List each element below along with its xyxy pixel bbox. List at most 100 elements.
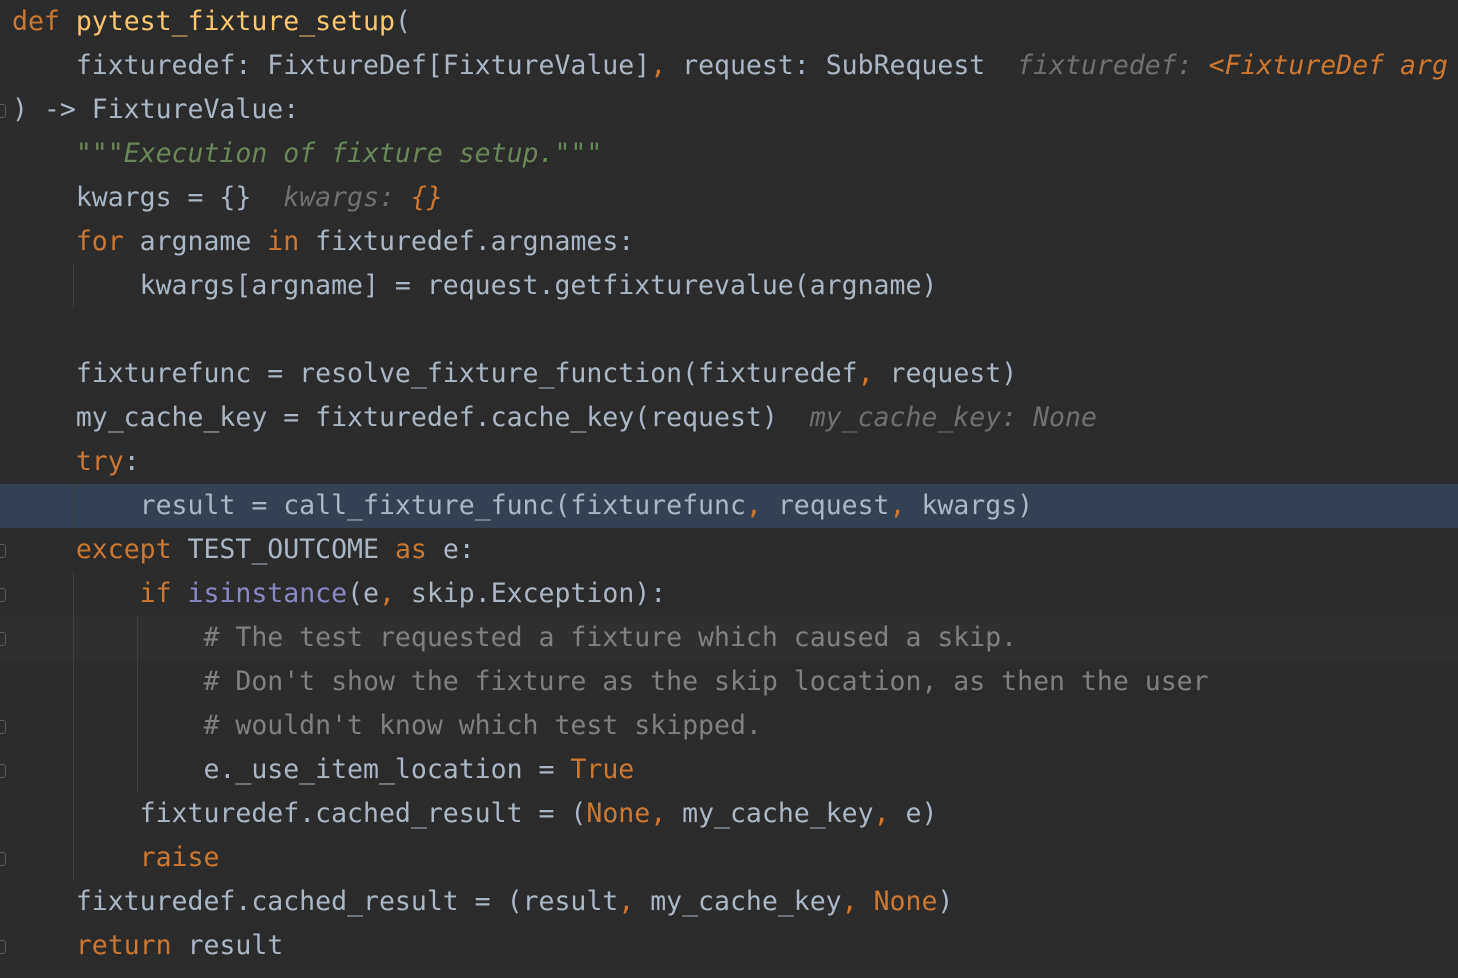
code-editor[interactable]: def pytest_fixture_setup( fixturedef: Fi… xyxy=(0,0,1458,978)
code-line[interactable]: # wouldn't know which test skipped. xyxy=(0,704,1458,748)
code-token: request) xyxy=(873,358,1018,389)
code-token: request xyxy=(761,490,890,521)
code-line[interactable]: fixturefunc = resolve_fixture_function(f… xyxy=(0,352,1458,396)
code-token: isinstance xyxy=(187,578,348,609)
code-token: (e xyxy=(347,578,379,609)
code-line-text: kwargs = {} kwargs: {} xyxy=(12,176,443,220)
code-token: in xyxy=(267,226,300,257)
code-token: fixturedef: FixtureDef[FixtureValue] xyxy=(12,50,651,81)
code-token: # wouldn't know which test skipped. xyxy=(203,710,762,741)
code-line-text: fixturedef.cached_result = (None, my_cac… xyxy=(12,792,938,836)
fold-marker-icon[interactable] xyxy=(0,852,6,866)
code-line-text: fixturedef.cached_result = (result, my_c… xyxy=(12,880,954,924)
code-token: result xyxy=(171,930,284,961)
code-token: result = call_fixture_func(fixturefunc xyxy=(12,490,746,521)
inlay-hint: {} xyxy=(410,182,443,213)
code-token: my_cache_key xyxy=(634,886,842,917)
inlay-hint: kwargs: xyxy=(283,182,411,213)
code-line-text: kwargs[argname] = request.getfixturevalu… xyxy=(12,264,938,308)
fold-marker-icon[interactable] xyxy=(0,544,6,558)
code-line[interactable]: fixturedef.cached_result = (None, my_cac… xyxy=(0,792,1458,836)
code-line[interactable]: kwargs[argname] = request.getfixturevalu… xyxy=(0,264,1458,308)
fold-marker-icon[interactable] xyxy=(0,764,6,778)
code-line-text: if isinstance(e, skip.Exception): xyxy=(12,572,667,616)
code-line[interactable]: e._use_item_location = True xyxy=(0,748,1458,792)
code-token: , xyxy=(841,886,858,917)
fold-marker-icon[interactable] xyxy=(0,104,6,118)
code-line[interactable]: """Execution of fixture setup.""" xyxy=(0,132,1458,176)
code-line[interactable]: try: xyxy=(0,440,1458,484)
code-line[interactable]: # Don't show the fixture as the skip loc… xyxy=(0,660,1458,704)
indent-guide xyxy=(137,616,138,792)
fold-marker-icon[interactable] xyxy=(0,940,6,954)
code-token: # Don't show the fixture as the skip loc… xyxy=(203,666,1209,697)
code-line[interactable]: my_cache_key = fixturedef.cache_key(requ… xyxy=(0,396,1458,440)
code-line-text: """Execution of fixture setup.""" xyxy=(12,132,603,176)
code-token: raise xyxy=(139,842,220,873)
code-token: kwargs) xyxy=(905,490,1034,521)
code-line[interactable]: except TEST_OUTCOME as e: xyxy=(0,528,1458,572)
code-token: for xyxy=(75,226,124,257)
code-line[interactable]: fixturedef.cached_result = (result, my_c… xyxy=(0,880,1458,924)
code-line-text: for argname in fixturedef.argnames: xyxy=(12,220,634,264)
code-token: , xyxy=(873,798,890,829)
indent-guide xyxy=(73,572,74,880)
fold-marker-icon[interactable] xyxy=(0,632,6,646)
code-line-text: raise xyxy=(12,836,220,880)
code-line[interactable]: def pytest_fixture_setup( xyxy=(0,0,1458,44)
code-token: e: xyxy=(426,534,475,565)
code-line[interactable]: kwargs = {} kwargs: {} xyxy=(0,176,1458,220)
code-token: : xyxy=(123,446,140,477)
code-token: , xyxy=(745,490,762,521)
code-line[interactable]: for argname in fixturedef.argnames: xyxy=(0,220,1458,264)
code-token: TEST_OUTCOME xyxy=(171,534,395,565)
code-line[interactable]: fixturedef: FixtureDef[FixtureValue], re… xyxy=(0,44,1458,88)
code-token: , xyxy=(650,798,667,829)
code-token: skip.Exception): xyxy=(394,578,667,609)
code-token: fixturefunc = resolve_fixture_function(f… xyxy=(12,358,858,389)
code-token: fixturedef.cached_result = ( xyxy=(12,798,587,829)
code-token: ) -> FixtureValue: xyxy=(12,94,300,125)
code-token: e._use_item_location = xyxy=(12,754,571,785)
code-token: def xyxy=(12,6,60,37)
indent-guide xyxy=(73,484,74,528)
code-token: kwargs = {} xyxy=(12,182,284,213)
inlay-hint: <FixtureDef arg xyxy=(1208,50,1448,81)
code-token: None xyxy=(586,798,651,829)
code-token: , xyxy=(379,578,395,609)
inlay-hint: my_cache_key: None xyxy=(809,402,1097,433)
code-token: try xyxy=(75,446,124,477)
fold-marker-icon[interactable] xyxy=(0,720,6,734)
code-line-text: return result xyxy=(12,924,283,968)
code-token: argname xyxy=(123,226,268,257)
code-line[interactable]: if isinstance(e, skip.Exception): xyxy=(0,572,1458,616)
code-token: , xyxy=(618,886,635,917)
code-line[interactable]: # The test requested a fixture which cau… xyxy=(0,616,1458,660)
code-line[interactable]: result = call_fixture_func(fixturefunc, … xyxy=(0,484,1458,528)
code-line-text: # wouldn't know which test skipped. xyxy=(12,704,762,748)
fold-marker-icon[interactable] xyxy=(0,588,6,602)
code-line[interactable]: return result xyxy=(0,924,1458,968)
code-token: ( xyxy=(394,6,411,37)
code-line-text: fixturedef: FixtureDef[FixtureValue], re… xyxy=(12,44,1448,88)
code-token: kwargs[argname] = request.getfixturevalu… xyxy=(12,270,938,301)
code-token: # The test requested a fixture which cau… xyxy=(203,622,1018,653)
code-line[interactable] xyxy=(0,308,1458,352)
code-token: if xyxy=(139,578,172,609)
code-line-text: result = call_fixture_func(fixturefunc, … xyxy=(12,484,1034,528)
code-line-text: except TEST_OUTCOME as e: xyxy=(12,528,475,572)
code-line[interactable]: raise xyxy=(0,836,1458,880)
code-token: , xyxy=(889,490,906,521)
code-line-text: def pytest_fixture_setup( xyxy=(12,0,411,44)
code-line[interactable]: ) -> FixtureValue: xyxy=(0,88,1458,132)
code-line-text: ) -> FixtureValue: xyxy=(12,88,299,132)
